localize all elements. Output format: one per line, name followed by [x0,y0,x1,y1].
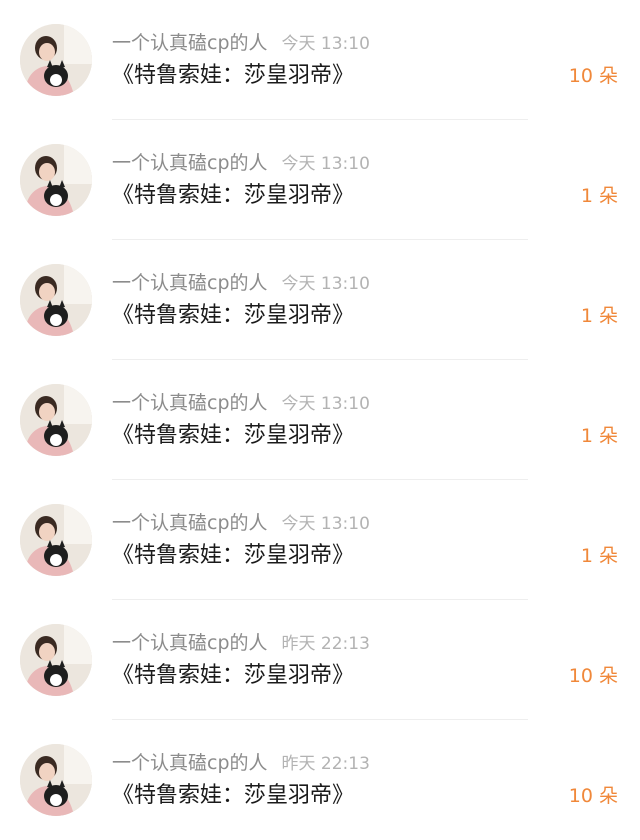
avatar[interactable] [20,24,92,96]
avatar[interactable] [20,384,92,456]
meta-line: 一个认真磕cp的人 昨天 22:13 [112,630,370,656]
avatar[interactable] [20,504,92,576]
work-title[interactable]: 《特鲁索娃：莎皇羽帝》 [112,300,354,332]
username[interactable]: 一个认真磕cp的人 [112,752,268,774]
list-item[interactable]: 一个认真磕cp的人 昨天 22:13 《特鲁索娃：莎皇羽帝》 10 朵 [0,600,640,720]
flower-count: 1 朵 [580,545,618,567]
username[interactable]: 一个认真磕cp的人 [112,152,268,174]
meta-line: 一个认真磕cp的人 昨天 22:13 [112,750,370,776]
work-title[interactable]: 《特鲁索娃：莎皇羽帝》 [112,780,354,812]
flower-count: 10 朵 [568,65,618,87]
username[interactable]: 一个认真磕cp的人 [112,32,268,54]
meta-line: 一个认真磕cp的人 今天 13:10 [112,390,370,416]
work-title[interactable]: 《特鲁索娃：莎皇羽帝》 [112,420,354,452]
timestamp: 今天 13:10 [281,514,370,534]
username[interactable]: 一个认真磕cp的人 [112,392,268,414]
flower-count: 1 朵 [580,425,618,447]
flower-count: 1 朵 [580,185,618,207]
username[interactable]: 一个认真磕cp的人 [112,272,268,294]
timestamp: 今天 13:10 [281,274,370,294]
gift-record-list: 一个认真磕cp的人 今天 13:10 《特鲁索娃：莎皇羽帝》 10 朵 一个认真磕… [0,0,640,833]
list-item[interactable]: 一个认真磕cp的人 今天 13:10 《特鲁索娃：莎皇羽帝》 1 朵 [0,240,640,360]
timestamp: 昨天 22:13 [281,754,370,774]
list-item[interactable]: 一个认真磕cp的人 今天 13:10 《特鲁索娃：莎皇羽帝》 10 朵 [0,0,640,120]
list-item[interactable]: 一个认真磕cp的人 今天 13:10 《特鲁索娃：莎皇羽帝》 1 朵 [0,480,640,600]
list-item[interactable]: 一个认真磕cp的人 今天 13:10 《特鲁索娃：莎皇羽帝》 1 朵 [0,120,640,240]
work-title[interactable]: 《特鲁索娃：莎皇羽帝》 [112,180,354,212]
avatar[interactable] [20,264,92,336]
timestamp: 今天 13:10 [281,394,370,414]
meta-line: 一个认真磕cp的人 今天 13:10 [112,270,370,296]
timestamp: 昨天 22:13 [281,634,370,654]
meta-line: 一个认真磕cp的人 今天 13:10 [112,150,370,176]
work-title[interactable]: 《特鲁索娃：莎皇羽帝》 [112,660,354,692]
avatar[interactable] [20,144,92,216]
flower-count: 10 朵 [568,665,618,687]
avatar[interactable] [20,624,92,696]
meta-line: 一个认真磕cp的人 今天 13:10 [112,510,370,536]
work-title[interactable]: 《特鲁索娃：莎皇羽帝》 [112,60,354,92]
work-title[interactable]: 《特鲁索娃：莎皇羽帝》 [112,540,354,572]
avatar[interactable] [20,744,92,816]
timestamp: 今天 13:10 [281,154,370,174]
flower-count: 1 朵 [580,305,618,327]
username[interactable]: 一个认真磕cp的人 [112,632,268,654]
meta-line: 一个认真磕cp的人 今天 13:10 [112,30,370,56]
list-item[interactable]: 一个认真磕cp的人 今天 13:10 《特鲁索娃：莎皇羽帝》 1 朵 [0,360,640,480]
timestamp: 今天 13:10 [281,34,370,54]
list-item[interactable]: 一个认真磕cp的人 昨天 22:13 《特鲁索娃：莎皇羽帝》 10 朵 [0,720,640,840]
flower-count: 10 朵 [568,785,618,807]
username[interactable]: 一个认真磕cp的人 [112,512,268,534]
